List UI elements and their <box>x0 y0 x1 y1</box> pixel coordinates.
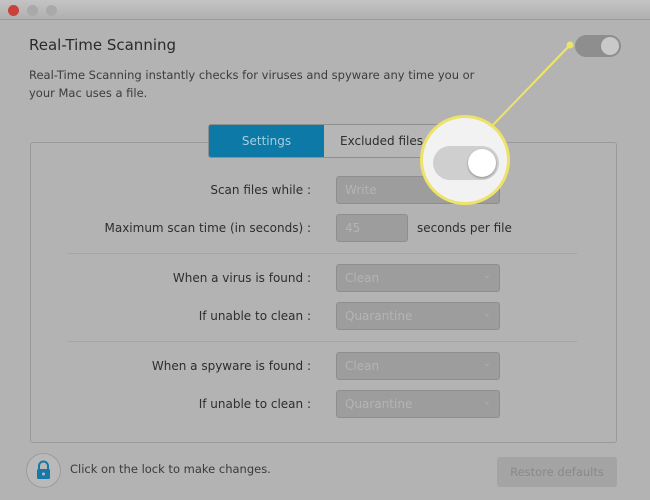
tab-settings[interactable]: Settings <box>209 125 324 157</box>
virus-found-label: When a virus is found : <box>172 271 311 285</box>
chevron-down-icon: ⌄ <box>482 396 491 407</box>
spyware-unable-select[interactable]: Quarantine ⌄ <box>336 390 500 418</box>
max-scan-time-label: Maximum scan time (in seconds) : <box>104 221 311 235</box>
select-value: Clean <box>345 359 380 373</box>
spyware-found-label: When a spyware is found : <box>151 359 311 373</box>
tab-bar: Settings Excluded files <box>208 124 440 158</box>
scan-files-while-select[interactable]: Write <box>336 176 500 204</box>
spyware-unable-label: If unable to clean : <box>198 397 311 411</box>
seconds-unit-label: seconds per file <box>417 221 512 235</box>
select-value: Quarantine <box>345 309 413 323</box>
scan-files-while-label: Scan files while : <box>210 183 311 197</box>
close-button[interactable] <box>8 5 19 16</box>
minimize-button[interactable] <box>27 5 38 16</box>
select-value: Write <box>345 183 377 197</box>
chevron-down-icon: ⌄ <box>482 270 491 281</box>
settings-panel: Scan files while : Write Maximum scan ti… <box>30 142 617 443</box>
restore-defaults-button[interactable]: Restore defaults <box>497 457 617 487</box>
title-bar <box>0 0 650 20</box>
callout-line <box>540 41 574 78</box>
callout-line-segment <box>489 44 570 129</box>
select-value: Clean <box>345 271 380 285</box>
page-title: Real-Time Scanning <box>29 36 177 54</box>
virus-unable-label: If unable to clean : <box>198 309 311 323</box>
lock-note: Click on the lock to make changes. <box>70 462 271 476</box>
chevron-down-icon: ⌄ <box>482 308 491 319</box>
toggle-knob <box>601 37 619 55</box>
select-value: Quarantine <box>345 397 413 411</box>
divider <box>68 253 577 254</box>
virus-found-select[interactable]: Clean ⌄ <box>336 264 500 292</box>
tab-excluded-files[interactable]: Excluded files <box>324 125 439 157</box>
input-value: 45 <box>345 221 361 235</box>
spyware-found-select[interactable]: Clean ⌄ <box>336 352 500 380</box>
max-scan-time-input[interactable]: 45 <box>336 214 408 242</box>
description: Real-Time Scanning instantly checks for … <box>29 68 475 100</box>
real-time-scanning-toggle[interactable] <box>575 35 621 57</box>
divider <box>68 341 577 342</box>
chevron-down-icon: ⌄ <box>482 358 491 369</box>
lock-button[interactable] <box>26 453 61 488</box>
lock-icon <box>37 460 50 479</box>
zoom-button[interactable] <box>46 5 57 16</box>
virus-unable-select[interactable]: Quarantine ⌄ <box>336 302 500 330</box>
